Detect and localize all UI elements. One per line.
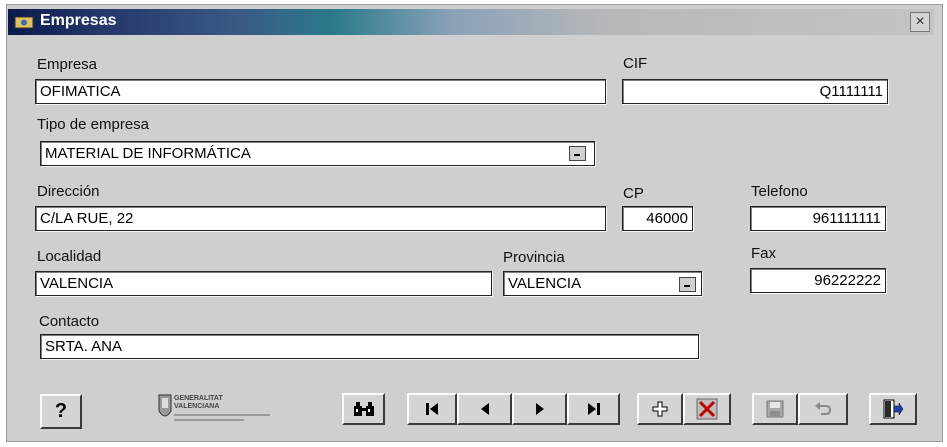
help-button[interactable]: ?: [40, 394, 82, 429]
next-record-icon: [535, 403, 544, 415]
cp-label: CP: [623, 185, 644, 202]
logo-line-1: GENERALITAT: [174, 395, 223, 402]
fax-field[interactable]: 96222222: [750, 268, 886, 293]
first-record-icon: [426, 403, 438, 415]
window-title: Empresas: [40, 12, 117, 29]
next-record-button[interactable]: [512, 393, 567, 425]
provincia-select[interactable]: VALENCIA: [503, 271, 702, 296]
direccion-field[interactable]: C/LA RUE, 22: [35, 206, 606, 231]
telefono-field[interactable]: 961111111: [750, 206, 886, 231]
exit-button[interactable]: [869, 393, 917, 425]
provincia-label: Provincia: [503, 249, 565, 266]
chevron-down-icon[interactable]: [569, 146, 586, 161]
tipo-empresa-value: MATERIAL DE INFORMÁTICA: [45, 145, 251, 162]
empresa-field[interactable]: OFIMATICA: [35, 79, 606, 104]
cif-label: CIF: [623, 55, 648, 72]
delete-record-button[interactable]: [683, 393, 731, 425]
close-button[interactable]: ×: [910, 12, 930, 32]
app-icon: [14, 16, 34, 29]
first-record-button[interactable]: [407, 393, 457, 425]
fax-label: Fax: [751, 245, 777, 262]
chevron-down-icon[interactable]: [679, 277, 696, 292]
previous-record-button[interactable]: [457, 393, 512, 425]
previous-record-icon: [480, 403, 489, 415]
cp-field[interactable]: 46000: [622, 206, 693, 231]
contacto-field[interactable]: SRTA. ANA: [40, 334, 699, 359]
direccion-label: Dirección: [37, 183, 100, 200]
provincia-value: VALENCIA: [508, 275, 582, 292]
telefono-label: Telefono: [751, 183, 808, 200]
empresa-label: Empresa: [37, 56, 98, 73]
generalitat-logo: GENERALITAT VALENCIANA: [158, 391, 276, 427]
tipo-empresa-select[interactable]: MATERIAL DE INFORMÁTICA: [40, 141, 595, 166]
contacto-label: Contacto: [39, 313, 100, 330]
search-button[interactable]: [342, 393, 385, 425]
help-icon: ?: [54, 400, 68, 422]
undo-button[interactable]: [798, 393, 848, 425]
save-button[interactable]: [752, 393, 798, 425]
cif-field[interactable]: Q1111111: [622, 79, 888, 104]
localidad-label: Localidad: [37, 248, 102, 265]
title-bar: Empresas ×: [8, 9, 934, 35]
logo-subtext: [174, 414, 270, 421]
logo-emblem: [158, 394, 172, 417]
exit-icon: [883, 399, 904, 419]
last-record-icon: [587, 403, 600, 415]
tipo-empresa-label: Tipo de empresa: [37, 116, 150, 133]
logo-line-2: VALENCIANA: [174, 403, 220, 410]
localidad-field[interactable]: VALENCIA: [35, 271, 492, 296]
binoculars-icon: [353, 402, 374, 416]
delete-icon: [696, 398, 718, 420]
add-record-button[interactable]: [637, 393, 683, 425]
last-record-button[interactable]: [567, 393, 620, 425]
undo-icon: [815, 402, 832, 415]
save-icon: [766, 400, 784, 418]
add-icon: [652, 401, 668, 417]
